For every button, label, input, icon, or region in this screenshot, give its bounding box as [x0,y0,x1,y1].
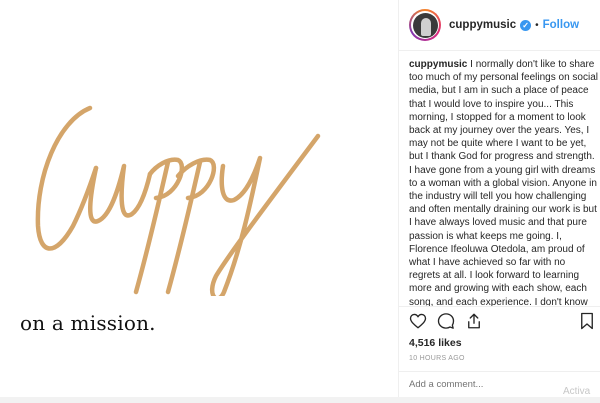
activation-watermark: Activa [563,386,591,397]
action-icons [409,312,483,330]
avatar[interactable] [409,9,441,41]
post-side-panel: cuppymusic ✓ • Follow cuppymusic I norma… [398,0,600,397]
comment-icon[interactable] [437,312,455,330]
share-icon[interactable] [465,312,483,330]
verified-badge-icon: ✓ [520,19,532,31]
likes-count[interactable]: 4,516 likes [409,337,462,349]
post-actions: 4,516 likes 10 HOURS AGO [399,306,600,397]
post-image[interactable]: on a mission. [0,0,398,397]
caption-author[interactable]: cuppymusic [409,59,467,70]
post-caption: cuppymusic I normally don't like to shar… [409,58,599,306]
post-timestamp[interactable]: 10 HOURS AGO [409,355,465,362]
cuppy-script-logo [35,105,321,296]
post-tagline: on a mission. [20,311,156,335]
header-username[interactable]: cuppymusic [449,19,516,31]
caption-text: I normally don't like to share too much … [409,59,598,306]
comment-input[interactable] [409,379,559,390]
follow-button[interactable]: Follow [543,19,579,31]
header-separator: • [535,19,539,31]
bottom-strip [0,397,600,403]
bookmark-icon[interactable] [579,312,595,330]
post-header: cuppymusic ✓ • Follow [399,0,600,51]
heart-icon[interactable] [409,312,427,330]
